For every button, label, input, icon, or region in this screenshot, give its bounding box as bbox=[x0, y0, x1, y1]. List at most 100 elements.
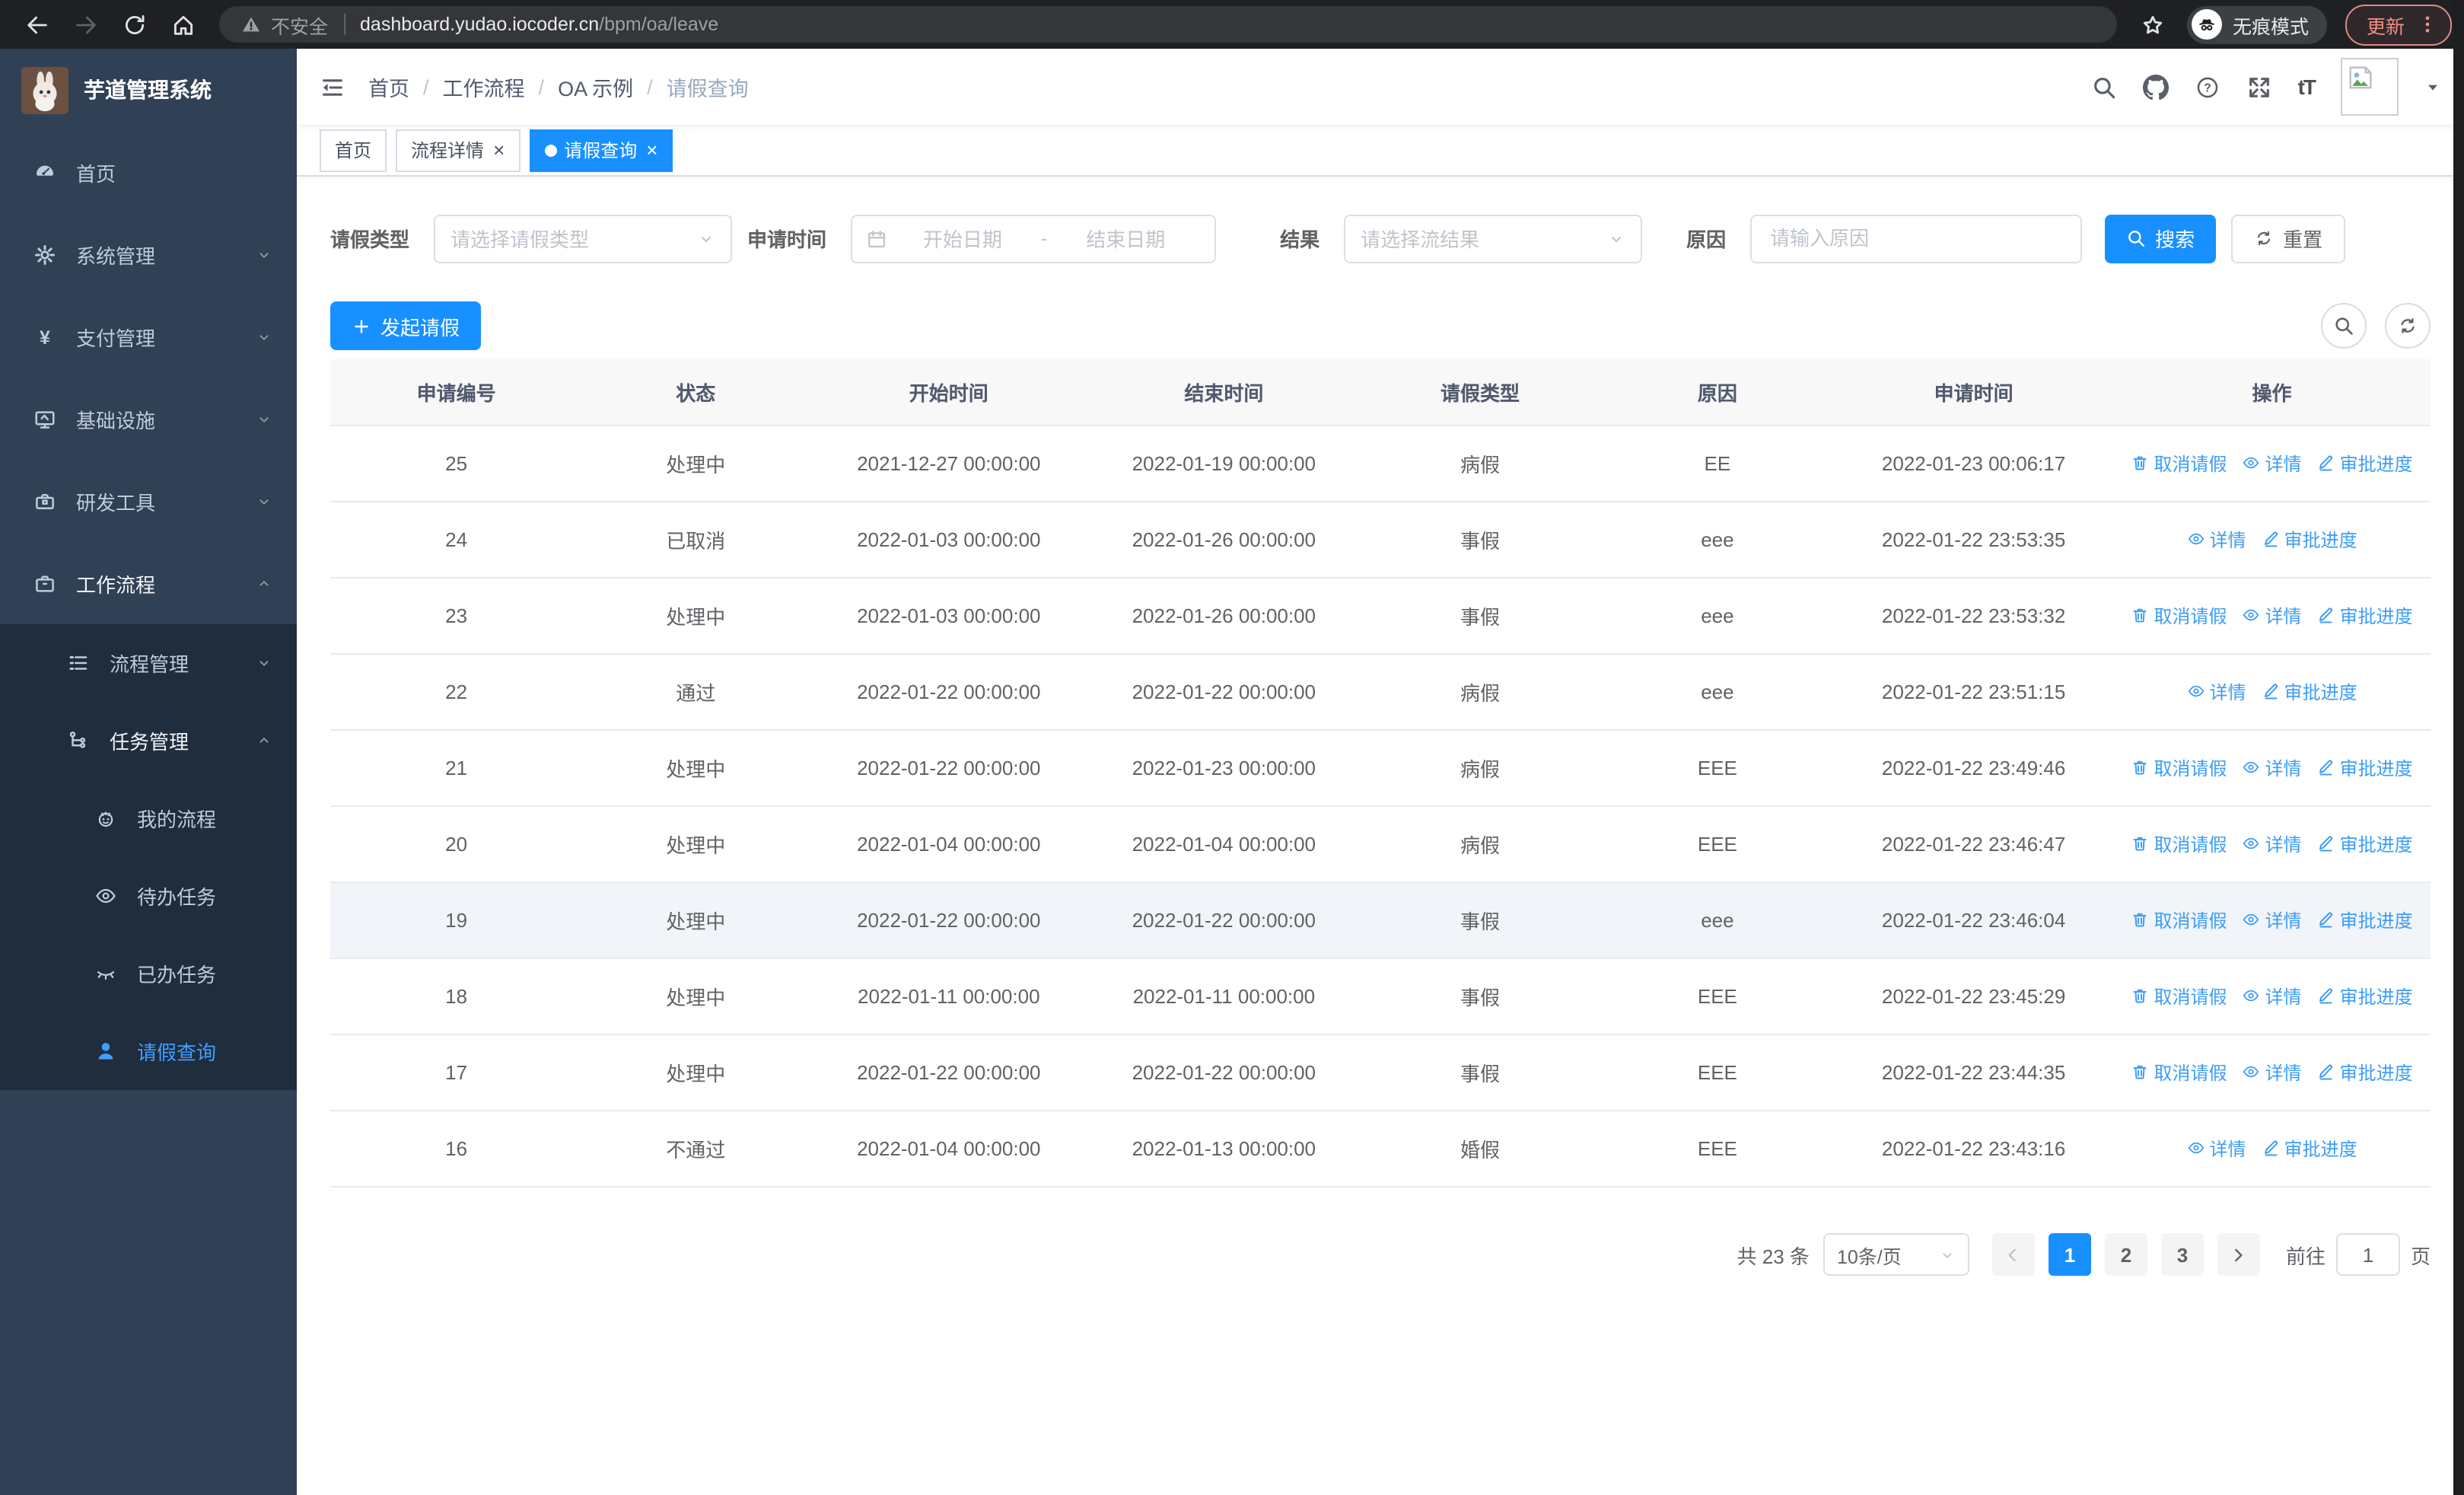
progress-link[interactable]: 审批进度 bbox=[2317, 831, 2413, 857]
progress-link[interactable]: 审批进度 bbox=[2317, 1060, 2413, 1085]
sidebar-item-infrastructure[interactable]: 基础设施 bbox=[0, 378, 297, 460]
progress-link[interactable]: 审批进度 bbox=[2262, 527, 2357, 553]
progress-link[interactable]: 审批进度 bbox=[2317, 907, 2413, 933]
close-tab-icon[interactable]: × bbox=[646, 140, 657, 160]
page-button-3[interactable]: 3 bbox=[2160, 1233, 2204, 1276]
browser-update-button[interactable]: 更新 bbox=[2345, 4, 2452, 45]
apply-time-range-picker[interactable]: 开始日期 - 结束日期 bbox=[851, 214, 1217, 263]
detail-link[interactable]: 详情 bbox=[2243, 451, 2302, 477]
tab-leave-query[interactable]: 请假查询 × bbox=[529, 129, 673, 171]
breadcrumb-item[interactable]: 工作流程 bbox=[443, 72, 525, 102]
result-select[interactable]: 请选择流结果 bbox=[1344, 214, 1643, 263]
user-menu-caret-icon[interactable] bbox=[2424, 78, 2441, 95]
refresh-icon bbox=[2254, 228, 2274, 248]
header-search-button[interactable] bbox=[2091, 74, 2117, 100]
cancel-link[interactable]: 取消请假 bbox=[2131, 451, 2227, 477]
browser-reload-button[interactable] bbox=[116, 6, 152, 43]
breadcrumb-item[interactable]: OA 示例 bbox=[558, 72, 633, 102]
table-row: 25 处理中 2021-12-27 00:00:00 2022-01-19 00:00… bbox=[330, 426, 2431, 502]
cell-actions: 详情 审批进度 bbox=[2113, 502, 2431, 579]
browser-back-button[interactable] bbox=[18, 6, 55, 43]
arrow-right-icon bbox=[2229, 1245, 2249, 1264]
page-button-2[interactable]: 2 bbox=[2104, 1233, 2147, 1276]
sidebar-item-dev-tools[interactable]: 研发工具 bbox=[0, 460, 297, 542]
goto-page-input[interactable] bbox=[2335, 1233, 2400, 1276]
browser-menu-dots-icon[interactable] bbox=[2417, 14, 2438, 35]
sidebar-item-leave-query[interactable]: 请假查询 bbox=[0, 1012, 297, 1090]
toggle-search-button[interactable] bbox=[2321, 303, 2367, 349]
next-page-button[interactable] bbox=[2217, 1233, 2260, 1276]
fullscreen-button[interactable] bbox=[2246, 74, 2272, 100]
sidebar-item-todo-tasks[interactable]: 待办任务 bbox=[0, 857, 297, 935]
sidebar-item-task-mgmt[interactable]: 任务管理 bbox=[0, 702, 297, 779]
tab-home[interactable]: 首页 bbox=[320, 129, 387, 171]
sidebar-item-system-mgmt[interactable]: 系统管理 bbox=[0, 213, 297, 295]
breadcrumb-item[interactable]: 首页 bbox=[368, 72, 409, 102]
sidebar-item-my-process[interactable]: 我的流程 bbox=[0, 779, 297, 857]
cancel-link[interactable]: 取消请假 bbox=[2131, 983, 2227, 1009]
cancel-link[interactable]: 取消请假 bbox=[2131, 755, 2227, 781]
page-size-select[interactable]: 10条/页 bbox=[1823, 1233, 1969, 1276]
cell-start: 2021-12-27 00:00:00 bbox=[809, 426, 1089, 502]
detail-link[interactable]: 详情 bbox=[2243, 603, 2302, 629]
sidebar-item-home[interactable]: 首页 bbox=[0, 131, 297, 213]
cell-start: 2022-01-22 00:00:00 bbox=[809, 730, 1089, 807]
cancel-link[interactable]: 取消请假 bbox=[2131, 831, 2227, 857]
monitor-icon bbox=[33, 407, 56, 430]
detail-link[interactable]: 详情 bbox=[2243, 983, 2302, 1009]
detail-link[interactable]: 详情 bbox=[2243, 1060, 2302, 1085]
bookmark-star-button[interactable] bbox=[2135, 6, 2172, 43]
progress-link[interactable]: 审批进度 bbox=[2262, 1136, 2357, 1162]
prev-page-button[interactable] bbox=[1991, 1233, 2035, 1276]
detail-link[interactable]: 详情 bbox=[2243, 907, 2302, 933]
chevron-down-icon bbox=[256, 655, 272, 671]
font-size-button[interactable]: tT bbox=[2298, 75, 2316, 99]
detail-link[interactable]: 详情 bbox=[2187, 1136, 2246, 1162]
sidebar-item-process-mgmt[interactable]: 流程管理 bbox=[0, 624, 297, 702]
app-logo[interactable]: 芋道管理系统 bbox=[0, 49, 297, 131]
page-scrollbar[interactable] bbox=[2453, 0, 2464, 1495]
address-bar[interactable]: 不安全 dashboard.yudao.iocoder.cn /bpm/oa/l… bbox=[219, 6, 2117, 43]
detail-link[interactable]: 详情 bbox=[2187, 679, 2246, 705]
robot-icon bbox=[94, 807, 117, 830]
trash-icon bbox=[2131, 759, 2150, 777]
browser-forward-button[interactable] bbox=[67, 6, 103, 43]
sidebar-item-workflow[interactable]: 工作流程 bbox=[0, 542, 297, 624]
cell-end: 2022-01-22 00:00:00 bbox=[1088, 882, 1360, 959]
tab-process-detail[interactable]: 流程详情 × bbox=[396, 129, 520, 171]
help-button[interactable] bbox=[2195, 74, 2220, 100]
detail-label: 详情 bbox=[2209, 529, 2246, 551]
detail-label: 详情 bbox=[2265, 757, 2302, 779]
cancel-link[interactable]: 取消请假 bbox=[2131, 603, 2227, 629]
leave-type-select[interactable]: 请选择请假类型 bbox=[434, 214, 733, 263]
reset-button[interactable]: 重置 bbox=[2231, 214, 2346, 263]
progress-link[interactable]: 审批进度 bbox=[2317, 983, 2413, 1009]
detail-label: 详情 bbox=[2265, 605, 2302, 627]
pen-icon bbox=[2262, 683, 2280, 701]
reason-input[interactable] bbox=[1750, 214, 2083, 263]
home-icon bbox=[170, 11, 196, 37]
close-tab-icon[interactable]: × bbox=[493, 140, 505, 160]
sidebar-item-payment-mgmt[interactable]: 支付管理 bbox=[0, 295, 297, 378]
refresh-table-button[interactable] bbox=[2385, 303, 2431, 349]
collapse-sidebar-button[interactable] bbox=[320, 74, 345, 100]
user-avatar[interactable] bbox=[2341, 58, 2399, 116]
sidebar-item-done-tasks[interactable]: 已办任务 bbox=[0, 935, 297, 1012]
create-leave-button[interactable]: 发起请假 bbox=[330, 301, 482, 350]
browser-home-button[interactable] bbox=[164, 6, 201, 43]
progress-link[interactable]: 审批进度 bbox=[2317, 755, 2413, 781]
progress-link[interactable]: 审批进度 bbox=[2317, 603, 2413, 629]
cancel-link[interactable]: 取消请假 bbox=[2131, 1060, 2227, 1085]
cell-type: 婚假 bbox=[1359, 1111, 1601, 1187]
github-link[interactable] bbox=[2143, 74, 2169, 100]
cell-end: 2022-01-19 00:00:00 bbox=[1088, 426, 1360, 502]
detail-link[interactable]: 详情 bbox=[2243, 755, 2302, 781]
progress-link[interactable]: 审批进度 bbox=[2262, 679, 2357, 705]
progress-link[interactable]: 审批进度 bbox=[2317, 451, 2413, 477]
detail-link[interactable]: 详情 bbox=[2243, 831, 2302, 857]
detail-link[interactable]: 详情 bbox=[2187, 527, 2246, 553]
search-button[interactable]: 搜索 bbox=[2105, 214, 2217, 263]
cancel-link[interactable]: 取消请假 bbox=[2131, 907, 2227, 933]
cell-end: 2022-01-04 00:00:00 bbox=[1088, 806, 1360, 883]
page-button-1[interactable]: 1 bbox=[2048, 1233, 2091, 1276]
